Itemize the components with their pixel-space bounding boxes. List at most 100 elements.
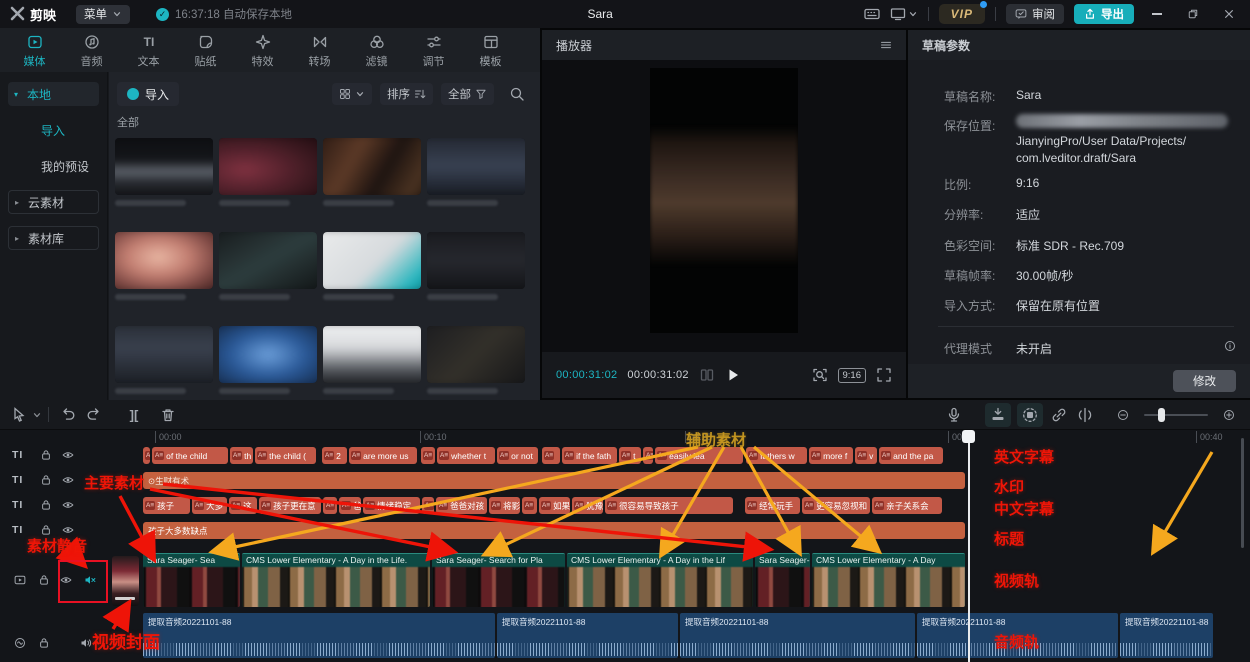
- tab-template[interactable]: 模板: [462, 32, 519, 69]
- media-thumbnail[interactable]: [219, 326, 317, 394]
- english-subtitle-segment[interactable]: A≡if the fath: [562, 447, 617, 464]
- english-subtitle-segment[interactable]: A≡2: [322, 447, 347, 464]
- chinese-subtitle-segment[interactable]: A≡这: [229, 497, 257, 514]
- english-subtitle-segment[interactable]: A≡t: [619, 447, 641, 464]
- audio-clip[interactable]: 提取音频20221101-88: [1120, 613, 1213, 658]
- chinese-subtitle-segment[interactable]: A≡经常玩手: [745, 497, 800, 514]
- info-icon[interactable]: [1224, 340, 1236, 352]
- split-button[interactable]: ][: [121, 403, 147, 427]
- chinese-subtitle-segment[interactable]: A≡爸爸对孩: [436, 497, 487, 514]
- playhead-handle[interactable]: [962, 430, 975, 443]
- chinese-subtitle-segment[interactable]: A≡亲子关系会: [872, 497, 942, 514]
- sidebar-item-3[interactable]: 我的预设: [8, 154, 99, 178]
- video-clip[interactable]: Sara Seager-: [755, 553, 810, 607]
- video-clip[interactable]: CMS Lower Elementary - A Day in the Life…: [242, 553, 430, 607]
- minimize-button[interactable]: [1144, 0, 1170, 28]
- media-thumbnail[interactable]: [427, 232, 525, 300]
- tab-media[interactable]: 媒体: [6, 32, 63, 69]
- keyboard-shortcuts-icon[interactable]: [864, 6, 880, 22]
- tab-text[interactable]: TI文本: [120, 32, 177, 69]
- media-thumbnail[interactable]: [323, 232, 421, 300]
- watermark-clip[interactable]: ⊙生财有术: [143, 472, 965, 489]
- media-thumbnail[interactable]: [323, 326, 421, 394]
- video-clip[interactable]: CMS Lower Elementary - A Day: [812, 553, 965, 607]
- english-subtitle-segment[interactable]: A≡fathers w: [746, 447, 807, 464]
- title-clip[interactable]: 孩子大多数缺点: [143, 522, 965, 539]
- auto-snap-toggle[interactable]: [1017, 403, 1043, 427]
- play-button[interactable]: [725, 367, 741, 383]
- media-thumbnail[interactable]: [323, 138, 421, 206]
- chinese-subtitle-segment[interactable]: A≡很容易导致孩子: [605, 497, 733, 514]
- english-subtitle-segment[interactable]: A≡whether t: [437, 447, 495, 464]
- chinese-subtitle-segment[interactable]: A≡大多: [192, 497, 227, 514]
- english-subtitle-segment[interactable]: A≡th: [230, 447, 253, 464]
- english-subtitle-segment[interactable]: A≡: [421, 447, 435, 464]
- media-thumbnail[interactable]: [427, 138, 525, 206]
- video-clip[interactable]: Sara Seager- Search for Pla: [432, 553, 565, 607]
- english-subtitle-segment[interactable]: A≡: [542, 447, 560, 464]
- english-subtitle-segment[interactable]: A≡more f: [809, 447, 853, 464]
- video-clip[interactable]: CMS Lower Elementary - A Day in the Lif: [567, 553, 753, 607]
- undo-button[interactable]: [55, 403, 81, 427]
- tab-filter[interactable]: 滤镜: [348, 32, 405, 69]
- close-button[interactable]: [1216, 0, 1242, 28]
- fullscreen-icon[interactable]: [876, 367, 892, 383]
- playhead-line[interactable]: [968, 430, 970, 662]
- delete-button[interactable]: [155, 403, 181, 427]
- layout-switch-button[interactable]: [890, 6, 918, 22]
- preview-axis-toggle[interactable]: [1072, 403, 1098, 427]
- timeline-scrollbar[interactable]: [1241, 438, 1244, 548]
- sidebar-item-5[interactable]: ▸素材库: [8, 226, 99, 250]
- english-subtitle-segment[interactable]: A≡are more us: [349, 447, 417, 464]
- tab-fx[interactable]: 特效: [234, 32, 291, 69]
- english-subtitle-segment[interactable]: A≡and the pa: [879, 447, 943, 464]
- view-mode-button[interactable]: [332, 83, 372, 105]
- media-thumbnail[interactable]: [219, 138, 317, 206]
- audio-clip[interactable]: 提取音频20221101-88: [143, 613, 495, 658]
- chinese-subtitle-segment[interactable]: A≡: [422, 497, 434, 514]
- preview-quality-icon[interactable]: [812, 367, 828, 383]
- english-subtitle-segment[interactable]: A≡: [143, 447, 150, 464]
- tab-audio[interactable]: 音频: [63, 32, 120, 69]
- main-track-magnet-toggle[interactable]: [985, 403, 1011, 427]
- chinese-subtitle-segment[interactable]: A≡: [522, 497, 537, 514]
- video-cover-thumbnail[interactable]: [112, 556, 139, 606]
- modify-button[interactable]: 修改: [1173, 370, 1236, 392]
- chinese-subtitle-segment[interactable]: A≡爸: [339, 497, 361, 514]
- vip-button[interactable]: VIP: [939, 4, 985, 24]
- zoom-in-button[interactable]: [1216, 403, 1242, 427]
- chinese-subtitle-segment[interactable]: A≡孩子更在意: [259, 497, 321, 514]
- select-tool-button[interactable]: [6, 403, 32, 427]
- media-thumbnail[interactable]: [115, 326, 213, 394]
- media-thumbnail[interactable]: [427, 326, 525, 394]
- english-subtitle-segment[interactable]: A≡the child (: [255, 447, 316, 464]
- timeline-zoom-slider[interactable]: [1144, 414, 1208, 416]
- record-voiceover-button[interactable]: [941, 403, 967, 427]
- tab-transition[interactable]: 转场: [291, 32, 348, 69]
- search-button[interactable]: [502, 83, 532, 105]
- sidebar-item-2[interactable]: 导入: [8, 118, 99, 142]
- chinese-subtitle-segment[interactable]: A≡更容易忽视和: [802, 497, 870, 514]
- english-subtitle-segment[interactable]: A≡or not: [497, 447, 538, 464]
- media-thumbnail[interactable]: [219, 232, 317, 300]
- media-thumbnail[interactable]: [115, 232, 213, 300]
- sidebar-item-4[interactable]: ▸云素材: [8, 190, 99, 214]
- menu-button[interactable]: 菜单: [76, 5, 130, 24]
- chinese-subtitle-segment[interactable]: A≡如果: [539, 497, 570, 514]
- frame-compare-icon[interactable]: [699, 367, 715, 383]
- chinese-subtitle-segment[interactable]: A≡犹豫: [572, 497, 603, 514]
- filter-button[interactable]: 全部: [441, 83, 494, 105]
- zoom-slider-knob[interactable]: [1158, 408, 1165, 422]
- redo-button[interactable]: [81, 403, 107, 427]
- english-subtitle-segment[interactable]: A≡: [643, 447, 653, 464]
- video-frame[interactable]: [650, 68, 798, 333]
- chinese-subtitle-segment[interactable]: A≡: [323, 497, 337, 514]
- video-clip[interactable]: Sara Seager- Sea: [143, 553, 240, 607]
- tab-adjust[interactable]: 调节: [405, 32, 462, 69]
- restore-button[interactable]: [1180, 0, 1206, 28]
- audio-clip[interactable]: 提取音频20221101-88: [680, 613, 915, 658]
- chinese-subtitle-segment[interactable]: A≡情绪稳定: [363, 497, 420, 514]
- tab-sticker[interactable]: 贴纸: [177, 32, 234, 69]
- chinese-subtitle-segment[interactable]: A≡孩子: [143, 497, 190, 514]
- aspect-ratio-button[interactable]: 9:16: [838, 368, 867, 383]
